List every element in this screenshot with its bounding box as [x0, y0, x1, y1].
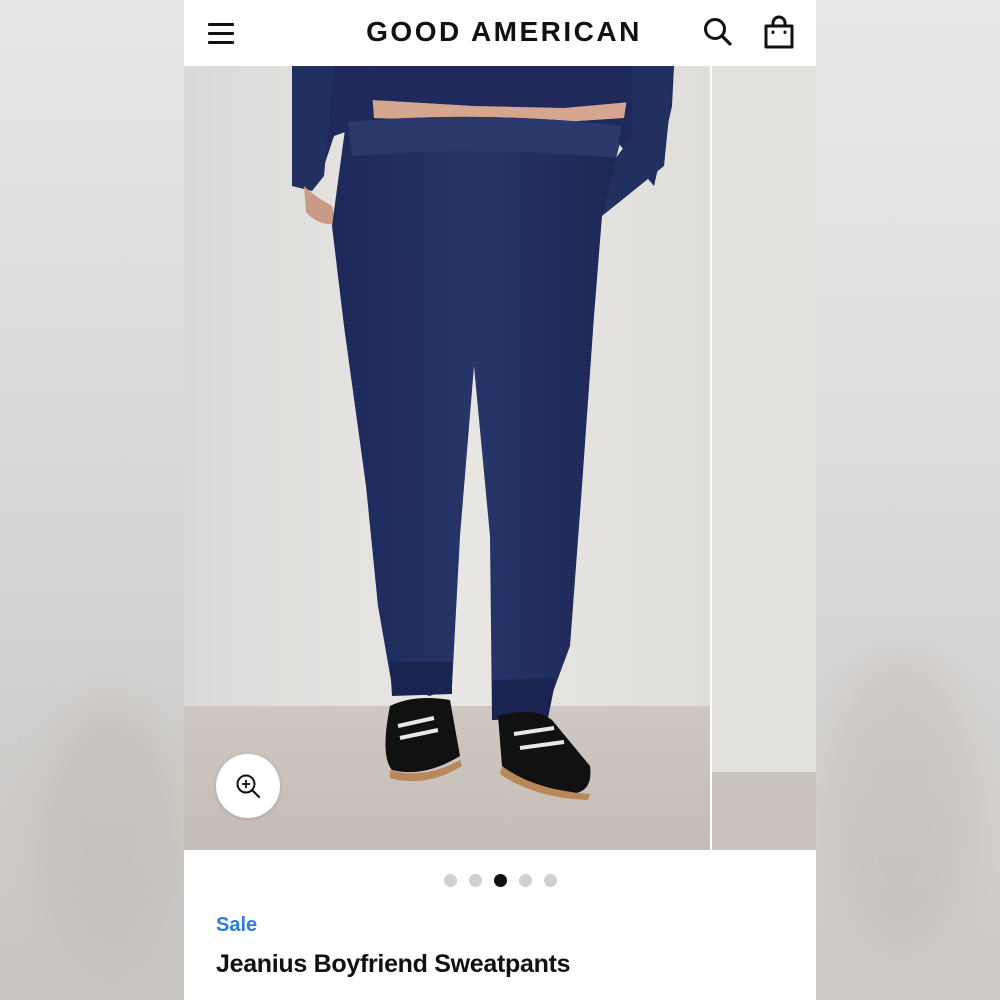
shopping-bag-icon	[764, 15, 794, 49]
carousel-dot-5[interactable]	[543, 874, 557, 887]
product-image[interactable]	[184, 66, 710, 850]
carousel-pagination	[184, 874, 816, 890]
blurred-background-right	[816, 0, 1000, 1000]
carousel-dot-3-active[interactable]	[493, 874, 507, 887]
hamburger-menu-icon	[208, 23, 234, 26]
carousel-dot-2[interactable]	[468, 874, 482, 887]
zoom-in-icon	[236, 774, 261, 799]
product-image-carousel[interactable]	[184, 66, 816, 850]
product-page: GOOD AMERICAN Sale Jeanius Boyfriend Swe…	[184, 0, 816, 1000]
brand-logo[interactable]: GOOD AMERICAN	[304, 16, 704, 48]
carousel-dot-4[interactable]	[518, 874, 532, 887]
zoom-button[interactable]	[216, 754, 280, 818]
search-icon	[704, 18, 732, 46]
menu-button[interactable]	[206, 20, 236, 46]
hamburger-menu-line	[208, 41, 234, 44]
carousel-dot-1[interactable]	[443, 874, 457, 887]
product-title: Jeanius Boyfriend Sweatpants	[216, 950, 571, 978]
sale-badge: Sale	[216, 914, 258, 936]
hamburger-menu-line	[208, 32, 234, 35]
blurred-background-left	[0, 0, 184, 1000]
site-header: GOOD AMERICAN	[184, 0, 816, 66]
search-button[interactable]	[702, 16, 734, 48]
next-product-image-peek[interactable]	[712, 66, 816, 850]
cart-button[interactable]	[762, 14, 796, 50]
